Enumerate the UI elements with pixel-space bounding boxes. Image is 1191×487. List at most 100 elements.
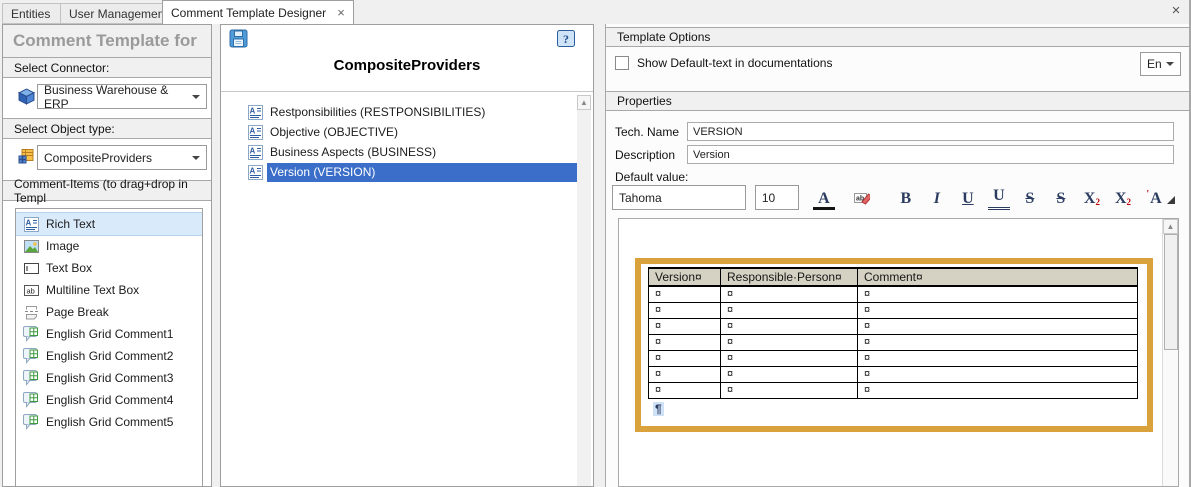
comment-items-header: Comment-Items (to drag+drop in Templ xyxy=(3,180,211,201)
table-cell[interactable]: ¤ xyxy=(721,286,858,302)
language-dropdown[interactable]: En xyxy=(1140,52,1181,76)
scroll-up-arrow-icon[interactable]: ▲ xyxy=(577,95,591,110)
table-cell[interactable]: ¤ xyxy=(649,334,721,350)
scroll-up-arrow-icon[interactable]: ▲ xyxy=(1163,219,1178,234)
table-cell[interactable]: ¤ xyxy=(721,382,858,398)
template-field-version-version[interactable]: AVersion (VERSION) xyxy=(223,162,579,182)
table-cell[interactable]: ¤ xyxy=(721,318,858,334)
connector-dropdown[interactable]: Business Warehouse & ERP xyxy=(37,84,207,109)
font-size-dropdown[interactable]: 10 xyxy=(755,185,799,210)
properties-header: Properties xyxy=(606,91,1189,111)
table-cell[interactable]: ¤ xyxy=(721,350,858,366)
list-item-text-box[interactable]: Text Box xyxy=(16,257,202,279)
select-connector-header: Select Connector: xyxy=(3,57,211,78)
underline-button[interactable]: U xyxy=(957,186,979,210)
list-item-english-grid-comment4[interactable]: English Grid Comment4 xyxy=(16,389,202,411)
panel-title: Comment Template for xyxy=(3,25,211,57)
description-field[interactable] xyxy=(687,145,1174,164)
table-cell[interactable]: ¤ xyxy=(649,350,721,366)
list-item-rich-text[interactable]: ARich Text xyxy=(16,213,202,235)
table-cell[interactable]: ¤ xyxy=(858,334,1138,350)
table-cell[interactable]: ¤ xyxy=(721,302,858,318)
list-item-page-break[interactable]: Page Break xyxy=(16,301,202,323)
svg-text:A: A xyxy=(250,166,256,175)
object-type-dropdown[interactable]: CompositeProviders xyxy=(37,145,207,170)
chevron-down-icon xyxy=(192,95,200,99)
table-cell[interactable]: ¤ xyxy=(649,318,721,334)
tab-close-icon[interactable]: × xyxy=(337,6,345,19)
list-item-multiline-text-box[interactable]: abMultiline Text Box xyxy=(16,279,202,301)
list-item-label: Page Break xyxy=(46,305,109,319)
tab-comment-template-designer[interactable]: Comment Template Designer × xyxy=(162,0,354,24)
table-header-cell[interactable]: Version¤ xyxy=(649,268,721,286)
font-color-button[interactable]: A xyxy=(813,186,835,210)
show-default-text-label: Show Default-text in documentations xyxy=(637,56,832,70)
table-cell[interactable]: ¤ xyxy=(858,382,1138,398)
template-field-label: Business Aspects (BUSINESS) xyxy=(267,143,441,162)
font-color-chevron-icon[interactable] xyxy=(835,186,847,210)
list-item-label: English Grid Comment3 xyxy=(46,371,173,385)
grow-font-button[interactable]: 'A xyxy=(1143,186,1165,210)
editor-scrollbar-thumb[interactable] xyxy=(1164,234,1178,350)
superscript-button[interactable]: X2 xyxy=(1081,186,1103,210)
list-item-english-grid-comment2[interactable]: English Grid Comment2 xyxy=(16,345,202,367)
table-cell[interactable]: ¤ xyxy=(649,286,721,302)
table-cell[interactable]: ¤ xyxy=(858,286,1138,302)
table-header-row: Version¤Responsible·Person¤Comment¤ xyxy=(649,268,1138,286)
double-underline-button[interactable]: U xyxy=(988,186,1010,210)
template-field-objective-objective[interactable]: AObjective (OBJECTIVE) xyxy=(223,122,579,142)
list-item-label: Image xyxy=(46,239,79,253)
svg-text:ab: ab xyxy=(27,286,35,295)
highlight-chevron-icon[interactable] xyxy=(873,186,885,210)
help-icon[interactable]: ? xyxy=(557,30,575,47)
svg-text:A: A xyxy=(250,106,256,115)
svg-text:A: A xyxy=(250,126,256,135)
bold-button[interactable]: B xyxy=(895,186,917,210)
save-icon[interactable] xyxy=(229,29,248,48)
table-cell[interactable]: ¤ xyxy=(649,302,721,318)
template-table[interactable]: Version¤Responsible·Person¤Comment¤¤¤¤¤¤… xyxy=(648,267,1138,399)
table-header-cell[interactable]: Comment¤ xyxy=(858,268,1138,286)
table-row: ¤¤¤ xyxy=(649,382,1138,398)
subscript-button[interactable]: X2 xyxy=(1112,186,1134,210)
window-close-icon[interactable]: × xyxy=(1168,3,1184,19)
table-cell[interactable]: ¤ xyxy=(649,366,721,382)
template-fields-list: A Restponsibilities (RESTPONSIBILITIES)AO… xyxy=(223,95,579,484)
grid-comment-icon xyxy=(23,370,40,386)
toolbar-overflow-corner-icon[interactable] xyxy=(1167,196,1175,204)
grid-comment-icon xyxy=(23,326,40,342)
table-cell[interactable]: ¤ xyxy=(721,366,858,382)
svg-text:A: A xyxy=(26,218,32,227)
editor-scrollbar[interactable]: ▲ xyxy=(1162,219,1178,486)
table-cell[interactable]: ¤ xyxy=(858,302,1138,318)
list-item-english-grid-comment5[interactable]: English Grid Comment5 xyxy=(16,411,202,433)
font-family-dropdown[interactable]: Tahoma xyxy=(612,185,746,210)
list-item-label: Text Box xyxy=(46,261,92,275)
strikethrough-button[interactable]: S xyxy=(1019,186,1041,210)
italic-button[interactable]: I xyxy=(926,186,948,210)
show-default-text-checkbox[interactable] xyxy=(615,56,629,70)
template-field-business-aspects-business[interactable]: ABusiness Aspects (BUSINESS) xyxy=(223,142,579,162)
table-cell[interactable]: ¤ xyxy=(858,350,1138,366)
default-value-editor[interactable]: Version¤Responsible·Person¤Comment¤¤¤¤¤¤… xyxy=(618,218,1179,487)
double-strikethrough-button[interactable]: S xyxy=(1050,186,1072,210)
tech-name-field[interactable] xyxy=(687,122,1174,141)
table-cell[interactable]: ¤ xyxy=(649,382,721,398)
list-item-english-grid-comment3[interactable]: English Grid Comment3 xyxy=(16,367,202,389)
richtext-icon: A xyxy=(247,104,264,120)
table-cell[interactable]: ¤ xyxy=(721,334,858,350)
template-field-restponsibilities-restponsibilities[interactable]: A Restponsibilities (RESTPONSIBILITIES) xyxy=(223,102,579,122)
table-cell[interactable]: ¤ xyxy=(858,318,1138,334)
template-options-header: Template Options xyxy=(606,27,1189,47)
template-field-label: Restponsibilities (RESTPONSIBILITIES) xyxy=(267,103,490,122)
list-item-label: English Grid Comment1 xyxy=(46,327,173,341)
list-item-image[interactable]: Image xyxy=(16,235,202,257)
highlight-button[interactable]: ab xyxy=(851,186,873,210)
list-item-english-grid-comment1[interactable]: English Grid Comment1 xyxy=(16,323,202,345)
textbox-icon xyxy=(23,260,40,276)
comment-template-designer-window: Entities × User Management × Comment Tem… xyxy=(0,0,1191,487)
table-cell[interactable]: ¤ xyxy=(858,366,1138,382)
template-fields-scrollbar[interactable]: ▲ xyxy=(577,95,591,486)
comment-items-list: ARich Text Image Text Box abMultiline Text … xyxy=(15,208,203,487)
table-header-cell[interactable]: Responsible·Person¤ xyxy=(721,268,858,286)
